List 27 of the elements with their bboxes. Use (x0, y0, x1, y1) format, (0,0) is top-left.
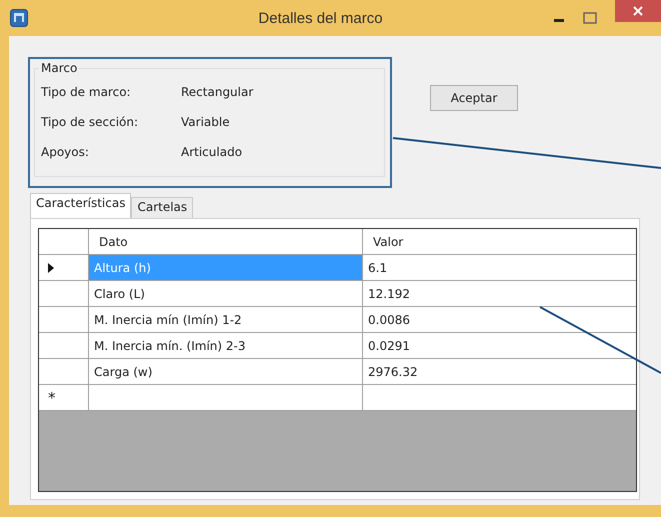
window-title: Detalles del marco (257, 10, 384, 26)
group-title: Marco (40, 61, 78, 75)
app-icon (10, 9, 28, 27)
table-cell[interactable]: 12.192 (363, 281, 636, 307)
field-label: Tipo de marco: (41, 85, 132, 99)
new-row-marker: * (48, 388, 56, 406)
table-cell[interactable]: Claro (L) (89, 281, 363, 307)
table-cell[interactable]: M. Inercia mín (Imín) 1-2 (89, 307, 363, 333)
tab[interactable]: Cartelas (131, 197, 194, 218)
field-label: Tipo de sección: (41, 115, 140, 129)
table-cell[interactable]: 0.0291 (363, 333, 636, 359)
column-header[interactable]: Valor (363, 229, 636, 255)
table-cell[interactable]: 6.1 (363, 255, 636, 281)
table-cell[interactable]: M. Inercia mín. (Imín) 2-3 (89, 333, 363, 359)
field-label: Apoyos: (41, 145, 90, 159)
tab[interactable]: Características (30, 193, 132, 218)
corner-cell (39, 229, 89, 255)
accept-button[interactable]: Aceptar (430, 85, 518, 111)
field-value: Variable (181, 115, 230, 129)
close-icon (632, 5, 644, 17)
table-cell[interactable]: Carga (w) (89, 359, 363, 385)
close-button[interactable] (615, 0, 661, 22)
field-value: Rectangular (181, 85, 254, 99)
table-cell[interactable]: 0.0086 (363, 307, 636, 333)
maximize-icon[interactable] (583, 12, 597, 24)
table-cell[interactable]: 2976.32 (363, 359, 636, 385)
field-value: Articulado (181, 145, 242, 159)
